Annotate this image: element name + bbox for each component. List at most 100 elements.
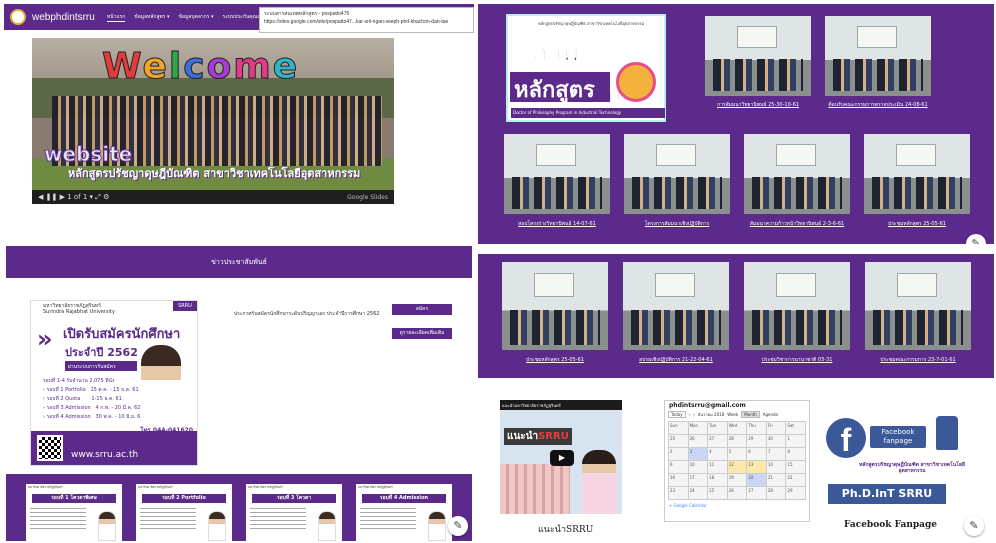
fanpage-name: Ph.D.InT SRRU xyxy=(828,484,946,504)
slideshow-caption: หลักสูตรปรัชญาดุษฎีบัณฑิต สาขาวิชาเทคโนโ… xyxy=(68,167,361,180)
activity-photo[interactable] xyxy=(744,262,850,350)
calendar-day[interactable]: 26 xyxy=(727,487,748,500)
link-tooltip: ระบบสารสนเทศหลักสูตร - pospatto475 https… xyxy=(259,7,474,33)
admission-round-thumb[interactable]: มหาวิทยาลัยราชภัฏสุรินทร์ รอบที่ 2 Portfo… xyxy=(136,484,232,541)
university-website: www.srru.ac.th xyxy=(71,450,139,460)
calendar-day[interactable]: 10 xyxy=(688,461,709,474)
calendar-day[interactable]: 22 xyxy=(786,474,806,487)
calendar-day[interactable]: 7 xyxy=(766,448,787,461)
apply-button[interactable]: สมัคร xyxy=(392,304,452,315)
calendar-day[interactable]: 12 xyxy=(727,461,748,474)
calendar-day[interactable]: 6 xyxy=(747,448,767,461)
admission-poster[interactable]: มหาวิทยาลัยราชภัฏสุรินทร์ Surindra Rajabh… xyxy=(30,300,198,466)
activity-photo[interactable] xyxy=(865,262,971,350)
calendar-day[interactable]: 25 xyxy=(669,435,689,448)
calendar-day[interactable]: 20 xyxy=(747,474,767,487)
slide-control-buttons[interactable]: ◀ ❚❚ ▶ 1 of 1 ▾ ⤢ ⚙ xyxy=(38,193,109,202)
admission-round-thumb[interactable]: มหาวิทยาลัยราชภัฏสุรินทร์ รอบที่ 3 โควตา xyxy=(246,484,342,541)
calendar-day[interactable]: 26 xyxy=(688,435,709,448)
calendar-day[interactable]: 19 xyxy=(727,474,748,487)
admission-round-thumb[interactable]: มหาวิทยาลัยราชภัฏสุรินทร์ รอบที่ 1 โควตาพ… xyxy=(26,484,122,541)
google-calendar-link[interactable]: + Google Calendar xyxy=(665,502,809,509)
admission-round-thumb[interactable]: มหาวิทยาลัยราชภัฏสุรินทร์ รอบที่ 4 Admiss… xyxy=(356,484,452,541)
calendar-day[interactable]: 16 xyxy=(669,474,689,487)
more-info-button[interactable]: ดูรายละเอียดเพิ่มเติม xyxy=(392,328,452,339)
prev-icon[interactable]: ‹ xyxy=(689,412,691,417)
calendar-day[interactable]: 27 xyxy=(708,435,728,448)
activities-poster: หลักสูตรปรัชญาดุษฎีบัณฑิต สาขาวิชาเทคโนโ… xyxy=(506,14,666,122)
calendar-day[interactable]: 28 xyxy=(766,487,787,500)
calendar-day[interactable]: 21 xyxy=(766,474,787,487)
calendar-grid: Sun Mon Tue Wed Thu Fri Sat 25 26 27 28 29 30 1 2345… xyxy=(668,421,806,500)
intro-video[interactable]: แนะนำมหาวิทยาลัยราชภัฏสุรินทร์ แนะนำSRRU… xyxy=(500,400,622,514)
calendar-day[interactable]: 30 xyxy=(766,435,787,448)
calendar-day[interactable]: 15 xyxy=(786,461,806,474)
calendar-day[interactable]: 29 xyxy=(747,435,767,448)
activity-caption[interactable]: ต้อนรับคณะกรรมการตรวจประเมิน 24-08-61 xyxy=(825,101,931,109)
activity-caption[interactable]: ประชุมวิชาการนานาชาติ 03-31 xyxy=(744,356,850,364)
activity-caption[interactable]: อบรมเชิงปฏิบัติการ 21-22-04-61 xyxy=(623,356,729,364)
calendar-day[interactable]: 9 xyxy=(669,461,689,474)
media-panel: ประชุมหลักสูตร 25-05-61 อบรมเชิงปฏิบัติก… xyxy=(478,254,994,541)
activity-caption[interactable]: ประชุมคณะกรรมการ 23-7-01-61 xyxy=(865,356,971,364)
calendar-day[interactable]: 25 xyxy=(708,487,728,500)
activity-photo[interactable] xyxy=(744,134,850,214)
calendar-day[interactable]: 17 xyxy=(688,474,709,487)
video-label: แนะนำSRRU xyxy=(504,428,572,445)
facebook-fanpage-card[interactable]: f Facebook fanpage หลักสูตรปรัชญาดุษฎีบั… xyxy=(826,416,972,510)
calendar-day[interactable]: 23 xyxy=(669,487,689,500)
nav-item-staff[interactable]: ข้อมูลบุคลากร ▾ xyxy=(179,13,214,21)
activity-caption[interactable]: ประชุมหลักสูตร 25-05-61 xyxy=(864,220,970,228)
slideshow-controls[interactable]: ◀ ❚❚ ▶ 1 of 1 ▾ ⤢ ⚙ Google Slides xyxy=(32,190,394,204)
next-icon[interactable]: › xyxy=(693,412,695,417)
fanpage-label: Facebook fanpage xyxy=(870,426,926,448)
cartoon-mascot xyxy=(616,62,656,102)
calendar-day[interactable]: 14 xyxy=(766,461,787,474)
site-brand[interactable]: webphdintsrru xyxy=(32,12,95,23)
calendar-day[interactable]: 1 xyxy=(786,435,806,448)
calendar-day[interactable]: 28 xyxy=(727,435,748,448)
nav-item-program[interactable]: ข้อมูลหลักสูตร ▾ xyxy=(134,13,169,21)
calendar-day[interactable]: 3 xyxy=(688,448,709,461)
activity-photo[interactable] xyxy=(864,134,970,214)
admission-system: ผ่านระบบการรับสมัคร TCAS62 xyxy=(65,361,137,377)
calendar-day[interactable]: 11 xyxy=(708,461,728,474)
site-logo[interactable] xyxy=(10,9,26,25)
activity-caption[interactable]: การสัมมนาวิทยานิพนธ์ 25-30-10-61 xyxy=(705,101,811,109)
calendar-day[interactable]: 4 xyxy=(708,448,728,461)
google-slides-label[interactable]: Google Slides xyxy=(347,194,388,201)
fanpage-caption: Facebook Fanpage xyxy=(844,520,938,530)
activity-caption[interactable]: ประชุมหลักสูตร 25-05-61 xyxy=(502,356,608,364)
calendar-month: ธันวาคม 2018 xyxy=(697,412,725,417)
today-button[interactable]: Today xyxy=(668,411,686,418)
activity-photo[interactable] xyxy=(705,16,811,96)
calendar-day[interactable]: 18 xyxy=(708,474,728,487)
presenter-image xyxy=(582,450,616,514)
edit-icon[interactable]: ✎ xyxy=(964,516,984,536)
google-calendar-embed[interactable]: phdintsrru@gmail.com Today ‹ › ธันวาคม 2… xyxy=(664,400,810,522)
activity-photo[interactable] xyxy=(825,16,931,96)
calendar-day[interactable]: 29 xyxy=(786,487,806,500)
tab-week[interactable]: Week xyxy=(727,412,738,417)
tab-agenda[interactable]: Agenda xyxy=(763,412,778,417)
activity-photo[interactable] xyxy=(504,134,610,214)
activity-photo[interactable] xyxy=(502,262,608,350)
activity-photo[interactable] xyxy=(624,134,730,214)
activity-caption[interactable]: สัมมนาความก้าวหน้าวิทยานิพนธ์ 2-3-6-61 xyxy=(744,220,850,228)
slideshow-embed[interactable]: Welcome website หลักสูตรปรัชญาดุษฎีบัณฑิ… xyxy=(32,38,394,204)
calendar-day[interactable]: 5 xyxy=(727,448,748,461)
activity-caption[interactable]: โครงการสัมมนาเชิงปฏิบัติการ xyxy=(624,220,730,228)
activity-photo[interactable] xyxy=(623,262,729,350)
calendar-day[interactable]: 13 xyxy=(747,461,767,474)
activity-caption[interactable]: สอบโครงร่างวิทยานิพนธ์ 14-07-61 xyxy=(504,220,610,228)
calendar-toolbar: Today ‹ › ธันวาคม 2018 Week Month Agenda xyxy=(665,410,809,419)
calendar-day[interactable]: 8 xyxy=(786,448,806,461)
nav-item-home[interactable]: หน้าแรก xyxy=(106,13,126,22)
tab-month[interactable]: Month xyxy=(741,411,760,418)
edit-icon[interactable]: ✎ xyxy=(448,516,468,536)
edit-icon[interactable]: ✎ xyxy=(966,234,986,244)
calendar-day[interactable]: 27 xyxy=(747,487,767,500)
play-icon[interactable]: ▶ xyxy=(550,450,574,466)
calendar-day[interactable]: 2 xyxy=(669,448,689,461)
calendar-day[interactable]: 24 xyxy=(688,487,709,500)
